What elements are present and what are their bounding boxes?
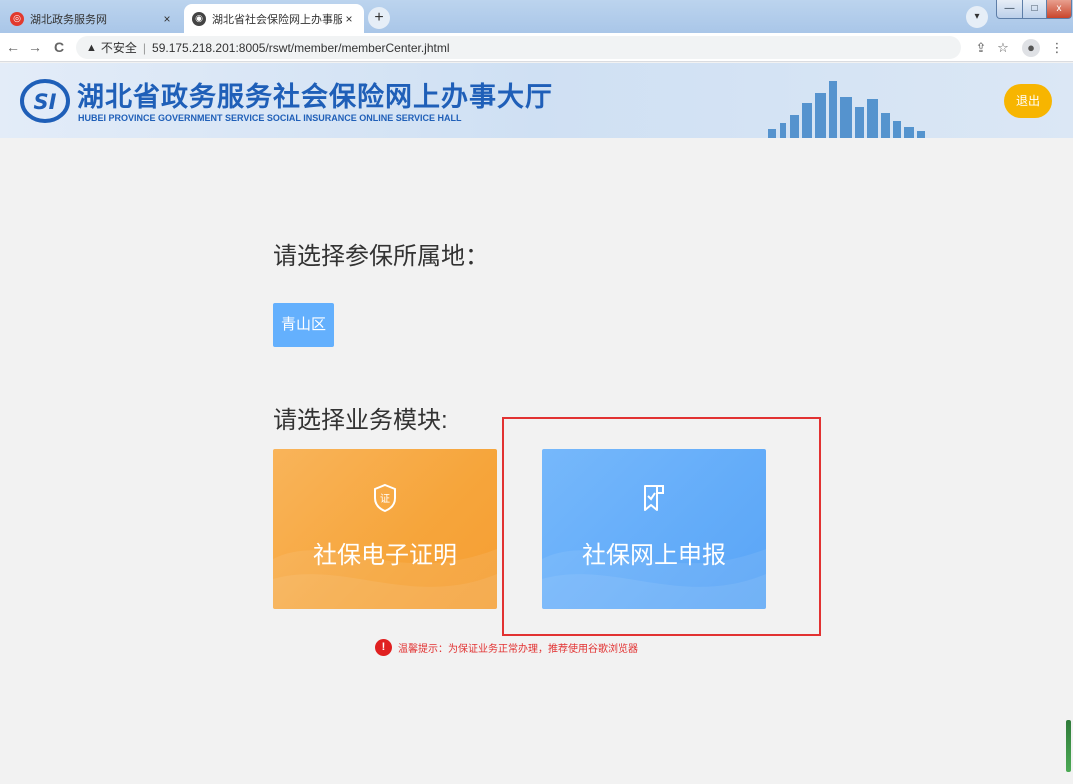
highlight-box [502,417,821,636]
maximize-button[interactable]: □ [1022,0,1047,19]
si-logo-icon: SI [20,79,70,123]
module-card-e-certificate[interactable]: 证 社保电子证明 [273,449,497,609]
tab-social-insurance[interactable]: ◉ 湖北省社会保险网上办事服务大厅 × [184,4,364,33]
logout-button[interactable]: 退出 [1004,84,1052,118]
tab-title: 湖北省社会保险网上办事服务大厅 [212,13,342,26]
tab-close-icon[interactable]: × [160,12,174,26]
address-separator: | [142,40,147,55]
tab-title: 湖北政务服务网 [30,13,107,26]
svg-text:证: 证 [380,493,390,505]
site-title: 湖北省政务服务社会保险网上办事大厅 [77,82,553,112]
region-option-qingshan[interactable]: 青山区 [273,303,334,347]
tab-hubei-gov[interactable]: ◎ 湖北政务服务网 × [2,4,182,33]
region-heading: 请选择参保所属地： [273,243,489,270]
warning-triangle-icon: ▲ [86,41,97,54]
forward-arrow-icon[interactable]: → [26,38,44,56]
browser-toolbar: ← → C ▲ 不安全 | 59.175.218.201:8005/rswt/m… [0,33,1073,62]
close-window-button[interactable]: x [1046,0,1072,19]
tab-close-icon[interactable]: × [342,12,356,26]
globe-icon: ◉ [192,11,206,26]
svg-text:SI: SI [34,90,57,114]
minimize-button[interactable]: — [996,0,1023,19]
bookmark-star-icon[interactable]: ☆ [994,39,1012,57]
shield-certificate-icon: 证 [374,483,396,513]
card-wave-decoration [273,549,497,609]
reload-icon[interactable]: C [50,38,68,56]
city-skyline-icon [768,81,925,138]
share-icon[interactable]: ⇪ [972,39,990,57]
module-label: 社保电子证明 [313,542,457,569]
gov-favicon-icon: ◎ [10,11,24,26]
scrollbar-thumb[interactable] [1066,720,1071,772]
tab-search-chevron-icon[interactable]: ▾ [966,6,988,28]
browser-recommendation-notice: ! 温馨提示：为保证业务正常办理，推荐使用谷歌浏览器 [375,639,638,656]
site-subtitle: HUBEI PROVINCE GOVERNMENT SERVICE SOCIAL… [78,113,462,123]
browser-tab-strip: ◎ 湖北政务服务网 × ◉ 湖北省社会保险网上办事服务大厅 × + ▾ — □ … [0,0,1073,33]
url-text: 59.175.218.201:8005/rswt/member/memberCe… [152,40,450,55]
info-alert-icon: ! [375,639,392,656]
menu-kebab-icon[interactable]: ⋮ [1048,39,1066,57]
module-heading: 请选择业务模块: [273,407,448,434]
back-arrow-icon[interactable]: ← [4,38,22,56]
new-tab-button[interactable]: + [368,7,390,29]
notice-text: 温馨提示：为保证业务正常办理，推荐使用谷歌浏览器 [398,644,638,655]
security-label: 不安全 [100,41,137,55]
profile-avatar-icon[interactable]: ● [1022,39,1040,57]
site-header: SI 湖北省政务服务社会保险网上办事大厅 HUBEI PROVINCE GOVE… [0,63,1073,138]
address-bar[interactable]: ▲ 不安全 | 59.175.218.201:8005/rswt/member/… [76,36,961,59]
